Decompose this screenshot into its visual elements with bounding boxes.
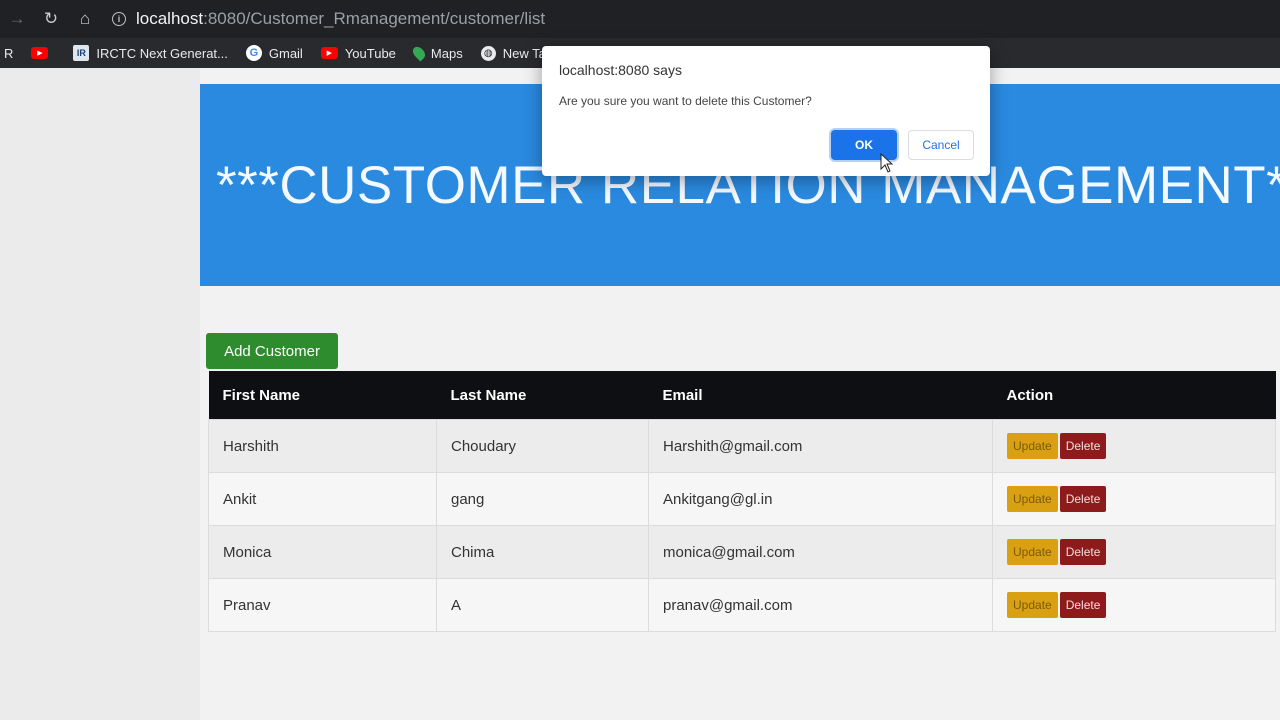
cell-last-name: Choudary <box>436 419 649 473</box>
irctc-icon: IR <box>73 45 90 61</box>
cell-email: pranav@gmail.com <box>648 578 993 632</box>
bookmark-youtube-shortcut[interactable]: ▶ <box>31 47 55 59</box>
cell-last-name: Chima <box>436 525 649 579</box>
cell-actions: Update Delete <box>992 578 1276 632</box>
delete-button[interactable]: Delete <box>1059 539 1107 565</box>
bookmark-profile[interactable]: R <box>4 46 13 61</box>
cell-first-name: Ankit <box>208 472 437 526</box>
header-email: Email <box>648 371 993 420</box>
bookmark-irctc[interactable]: IR IRCTC Next Generat... <box>73 45 228 61</box>
dialog-message: Are you sure you want to delete this Cus… <box>559 94 812 108</box>
table-row: Monica Chima monica@gmail.com Update Dele… <box>208 525 1276 579</box>
dialog-cancel-button[interactable]: Cancel <box>908 130 974 160</box>
header-first-name: First Name <box>208 371 437 420</box>
cell-email: Harshith@gmail.com <box>648 419 993 473</box>
cell-first-name: Harshith <box>208 419 437 473</box>
delete-button[interactable]: Delete <box>1059 433 1107 459</box>
update-button[interactable]: Update <box>1007 433 1058 459</box>
cell-actions: Update Delete <box>992 472 1276 526</box>
google-icon: G <box>245 45 262 61</box>
reload-icon[interactable]: ↻ <box>34 9 68 29</box>
bookmark-youtube[interactable]: ▶ YouTube <box>320 45 396 61</box>
table-row: Ankit gang Ankitgang@gl.in Update Delete <box>208 472 1276 526</box>
confirm-dialog: localhost:8080 says Are you sure you wan… <box>542 46 990 176</box>
browser-address-bar: → ↻ ⌂ i localhost:8080/Customer_Rmanagem… <box>0 0 1280 38</box>
header-last-name: Last Name <box>436 371 649 420</box>
bookmark-label: YouTube <box>344 45 396 61</box>
update-button[interactable]: Update <box>1007 539 1058 565</box>
cell-first-name: Pranav <box>208 578 437 632</box>
bookmark-label: Maps <box>430 45 463 61</box>
url-host: localhost <box>136 9 204 28</box>
home-icon[interactable]: ⌂ <box>68 9 102 29</box>
cell-first-name: Monica <box>208 525 437 579</box>
dialog-title: localhost:8080 says <box>559 62 682 78</box>
table-row: Harshith Choudary Harshith@gmail.com Upd… <box>208 419 1276 473</box>
update-button[interactable]: Update <box>1007 592 1058 618</box>
bookmark-label: IRCTC Next Generat... <box>96 45 228 61</box>
youtube-icon: ▶ <box>320 47 338 59</box>
globe-icon: ◍ <box>480 45 496 61</box>
info-icon[interactable]: i <box>112 12 126 26</box>
header-action: Action <box>992 371 1276 420</box>
bookmark-maps[interactable]: Maps <box>410 44 463 62</box>
update-button[interactable]: Update <box>1007 486 1058 512</box>
mouse-cursor-icon <box>880 153 894 173</box>
url-path: :8080/Customer_Rmanagement/customer/list <box>203 9 546 28</box>
delete-button[interactable]: Delete <box>1059 486 1107 512</box>
table-header-row: First Name Last Name Email Action <box>208 371 1276 420</box>
cell-last-name: A <box>436 578 649 632</box>
bookmark-label: Gmail <box>268 45 303 61</box>
cell-email: Ankitgang@gl.in <box>648 472 993 526</box>
cell-email: monica@gmail.com <box>648 525 993 579</box>
cell-last-name: gang <box>436 472 649 526</box>
youtube-icon: ▶ <box>31 47 49 59</box>
maps-icon <box>410 44 428 62</box>
bookmark-gmail[interactable]: G Gmail <box>245 45 303 61</box>
profile-label: R <box>4 45 14 61</box>
page-gutter <box>0 68 200 720</box>
table-row: Pranav A pranav@gmail.com Update Delete <box>208 578 1276 632</box>
cell-actions: Update Delete <box>992 419 1276 473</box>
forward-icon[interactable]: → <box>0 9 34 29</box>
url-field[interactable]: i localhost:8080/Customer_Rmanagement/cu… <box>112 9 545 29</box>
customer-table: First Name Last Name Email Action Harshi… <box>208 371 1276 632</box>
cell-actions: Update Delete <box>992 525 1276 579</box>
delete-button[interactable]: Delete <box>1059 592 1107 618</box>
screen: → ↻ ⌂ i localhost:8080/Customer_Rmanagem… <box>0 0 1280 720</box>
add-customer-button[interactable]: Add Customer <box>206 333 338 369</box>
